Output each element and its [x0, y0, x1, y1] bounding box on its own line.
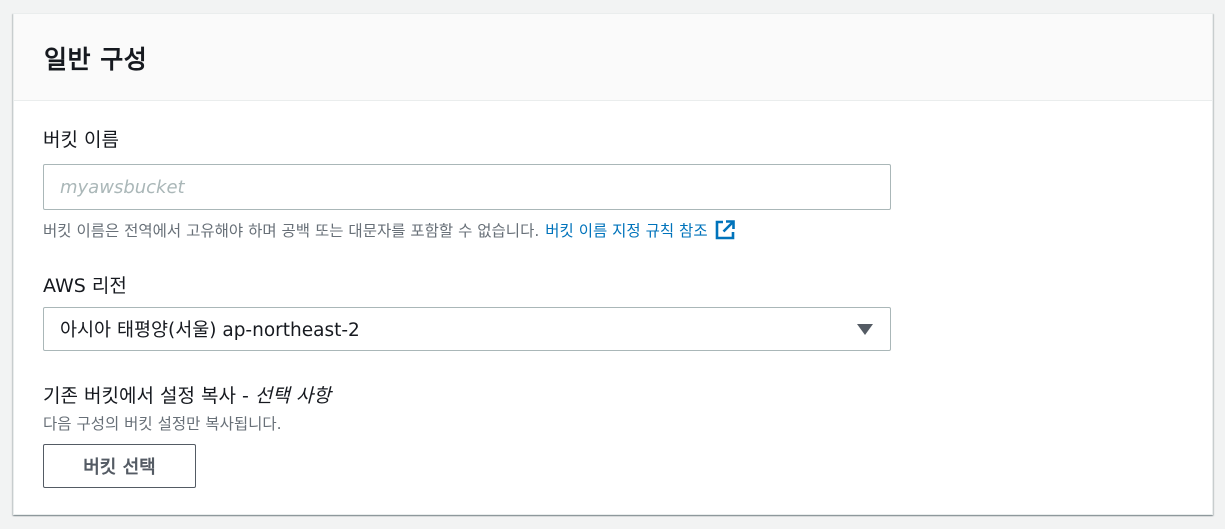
copy-settings-description: 다음 구성의 버킷 설정만 복사됩니다. [43, 415, 282, 433]
panel-body: 버킷 이름 버킷 이름은 전역에서 고유해야 하며 공백 또는 대문자를 포함할… [14, 101, 1212, 488]
bucket-name-hint-text: 버킷 이름은 전역에서 고유해야 하며 공백 또는 대문자를 포함할 수 없습니… [43, 222, 540, 240]
panel-title: 일반 구성 [44, 45, 148, 74]
naming-rules-link-label: 버킷 이름 지정 규칙 참조 [545, 222, 708, 240]
caret-down-icon [857, 323, 873, 335]
region-field: AWS 리전 아시아 태평양(서울) ap-northeast-2 [43, 271, 1212, 351]
bucket-name-label: 버킷 이름 [43, 129, 119, 151]
region-label: AWS 리전 [43, 275, 127, 297]
copy-settings-field: 기존 버킷에서 설정 복사 - 선택 사항 다음 구성의 버킷 설정만 복사됩니… [43, 381, 1212, 488]
optional-tag: 선택 사항 [254, 385, 331, 407]
panel-header: 일반 구성 [14, 14, 1212, 101]
choose-bucket-button[interactable]: 버킷 선택 [43, 444, 196, 488]
bucket-name-hint: 버킷 이름은 전역에서 고유해야 하며 공백 또는 대문자를 포함할 수 없습니… [43, 219, 1212, 241]
bucket-name-input[interactable] [43, 164, 891, 210]
copy-settings-label: 기존 버킷에서 설정 복사 - 선택 사항 [43, 381, 1212, 408]
bucket-name-field: 버킷 이름 버킷 이름은 전역에서 고유해야 하며 공백 또는 대문자를 포함할… [43, 125, 1212, 241]
external-link-icon[interactable] [714, 219, 736, 241]
copy-settings-label-text: 기존 버킷에서 설정 복사 - [43, 385, 255, 407]
region-selected-value: 아시아 태평양(서울) ap-northeast-2 [60, 320, 360, 341]
general-configuration-panel: 일반 구성 버킷 이름 버킷 이름은 전역에서 고유해야 하며 공백 또는 대문… [13, 13, 1213, 515]
region-select[interactable]: 아시아 태평양(서울) ap-northeast-2 [43, 307, 891, 351]
naming-rules-link[interactable]: 버킷 이름 지정 규칙 참조 [545, 219, 707, 241]
